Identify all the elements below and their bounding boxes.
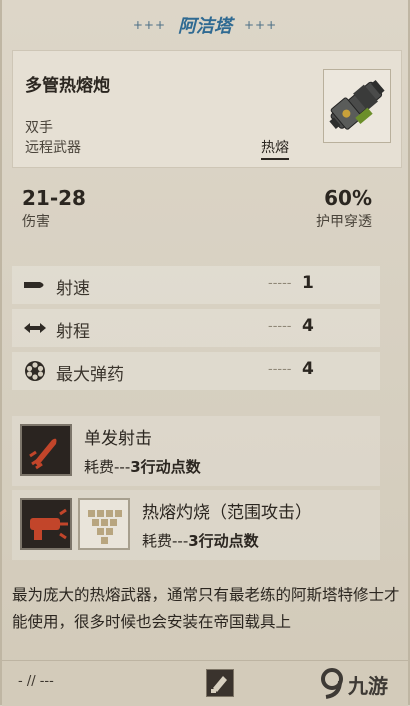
armor-pierce-value: 60% — [324, 186, 372, 210]
weapon-name: 多管热熔炮 — [25, 76, 110, 96]
ability-cost-prefix: 耗费--- — [84, 458, 131, 476]
property-dash: ----- — [268, 319, 292, 334]
ability-cost-value: 3行动点数 — [130, 458, 201, 476]
header-deco-right: +++ — [244, 18, 278, 32]
property-label: 射速 — [56, 279, 90, 299]
property-row-max-ammo[interactable]: 最大弹药 ----- 4 — [12, 352, 380, 390]
ability-name: 热熔灼烧（范围攻击） — [142, 503, 312, 523]
watermark-logo: 九游 — [318, 666, 410, 700]
single-shot-icon — [20, 424, 72, 476]
property-value: 1 — [302, 273, 314, 293]
property-label: 射程 — [56, 322, 90, 342]
area-pattern-icon — [78, 498, 130, 550]
ability-name: 单发射击 — [84, 429, 152, 449]
weapon-type: 远程武器 — [25, 140, 81, 156]
property-value: 4 — [302, 316, 314, 336]
ability-cost-prefix: 耗费--- — [142, 532, 189, 550]
ability-melta-burn[interactable]: 热熔灼烧（范围攻击） 耗费---3行动点数 — [12, 490, 380, 560]
weapon-slot-icon[interactable] — [206, 669, 234, 697]
ability-cost: 耗费---3行动点数 — [84, 456, 201, 477]
melta-burn-icon — [20, 498, 72, 550]
ability-single-shot[interactable]: 单发射击 耗费---3行动点数 — [12, 416, 380, 486]
weapon-description: 最为庞大的热熔武器，通常只有最老练的阿斯塔特修士才能使用，很多时候也会安装在帝国… — [12, 586, 400, 631]
character-name: 阿洁塔 — [178, 16, 232, 37]
damage-label: 伤害 — [22, 214, 50, 230]
header: +++ 阿洁塔 +++ — [2, 0, 408, 50]
property-label: 最大弹药 — [56, 365, 124, 385]
armor-pierce-label: 护甲穿透 — [316, 214, 372, 230]
watermark-text: 九游 — [348, 674, 388, 698]
weapon-title-panel: 多管热熔炮 双手 远程武器 热熔 — [12, 50, 402, 168]
header-deco-left: +++ — [132, 18, 166, 32]
damage-value: 21-28 — [22, 186, 86, 210]
property-dash: ----- — [268, 276, 292, 291]
property-value: 4 — [302, 359, 314, 379]
ability-cost-value: 3行动点数 — [188, 532, 259, 550]
ammo-cylinder-icon — [22, 360, 48, 382]
range-arrows-icon — [22, 317, 48, 339]
multi-melta-weapon-icon — [323, 69, 391, 143]
footer-text: - // --- — [18, 674, 54, 689]
ability-cost: 耗费---3行动点数 — [142, 530, 259, 551]
weapon-handedness: 双手 — [25, 120, 53, 136]
property-row-fire-rate[interactable]: 射速 ----- 1 — [12, 266, 380, 304]
watermark-9-icon — [321, 668, 343, 699]
weapon-tag[interactable]: 热熔 — [261, 137, 289, 160]
property-row-range[interactable]: 射程 ----- 4 — [12, 309, 380, 347]
property-dash: ----- — [268, 362, 292, 377]
bullet-icon — [22, 274, 48, 296]
weapon-tooltip-card: +++ 阿洁塔 +++ 多管热熔炮 双手 远程武器 热熔 21-28 伤害 60 — [0, 0, 410, 706]
